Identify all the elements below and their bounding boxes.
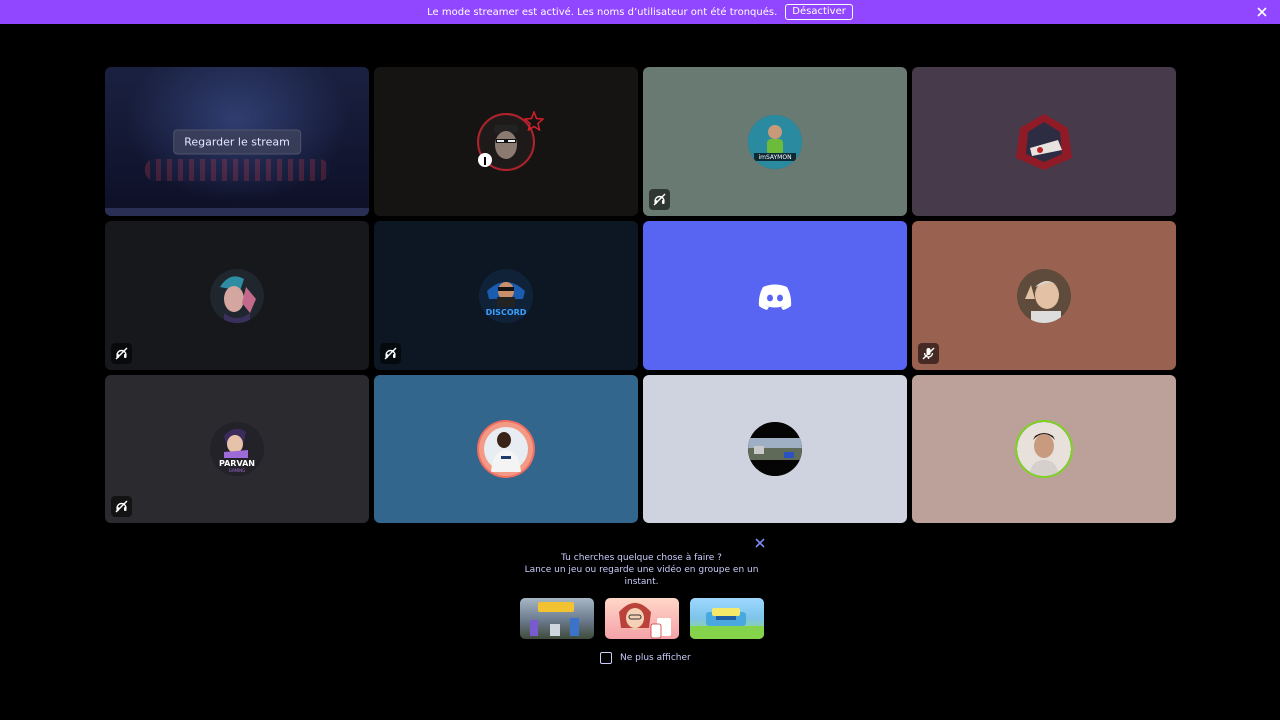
dont-show-label: Ne plus afficher xyxy=(620,653,691,663)
avatar xyxy=(748,422,802,476)
badge-icon xyxy=(478,153,492,167)
dont-show-checkbox[interactable] xyxy=(600,652,612,664)
participant-tile[interactable] xyxy=(912,375,1176,523)
participant-tile[interactable] xyxy=(105,221,369,370)
avatar xyxy=(1012,110,1076,174)
disable-streamer-mode-button[interactable]: Désactiver xyxy=(785,4,853,20)
participant-tile[interactable] xyxy=(912,221,1176,370)
close-icon[interactable] xyxy=(1254,4,1270,20)
muted-mic-icon xyxy=(918,343,939,364)
participant-tile[interactable] xyxy=(643,375,907,523)
avatar: PARVAN GAMING xyxy=(210,422,264,476)
participant-grid: Regarder le stream imSAYMON DISCORD PARV… xyxy=(105,67,1178,523)
participant-tile[interactable] xyxy=(374,375,638,523)
activity-suggestion: Tu cherches quelque chose à faire ? Lanc… xyxy=(520,552,763,588)
participant-tile[interactable] xyxy=(643,221,907,370)
watch-stream-button[interactable]: Regarder le stream xyxy=(173,129,301,154)
participant-tile[interactable]: imSAYMON xyxy=(643,67,907,216)
deafened-icon xyxy=(649,189,670,210)
avatar xyxy=(479,422,533,476)
dont-show-again[interactable]: Ne plus afficher xyxy=(600,652,691,664)
avatar: DISCORD xyxy=(479,268,533,323)
star-icon xyxy=(524,111,544,131)
avatar xyxy=(210,268,264,323)
banner-message: Le mode streamer est activé. Les noms d’… xyxy=(427,6,778,18)
suggestion-subtitle: Lance un jeu ou regarde une vidéo en gro… xyxy=(524,565,759,587)
streamer-mode-banner: Le mode streamer est activé. Les noms d’… xyxy=(0,0,1280,24)
participant-tile[interactable] xyxy=(374,67,638,216)
deafened-icon xyxy=(111,343,132,364)
deafened-icon xyxy=(111,496,132,517)
participant-tile[interactable]: PARVAN GAMING xyxy=(105,375,369,523)
svg-text:DISCORD: DISCORD xyxy=(486,308,527,317)
avatar xyxy=(1017,422,1071,476)
activity-list xyxy=(520,598,764,639)
activity-tower[interactable] xyxy=(690,598,764,639)
avatar: imSAYMON xyxy=(748,114,802,169)
suggestion-title: Tu cherches quelque chose à faire ? xyxy=(561,553,722,563)
svg-text:PARVAN: PARVAN xyxy=(219,459,255,468)
activity-cards[interactable] xyxy=(605,598,679,639)
svg-text:GAMING: GAMING xyxy=(229,468,246,473)
participant-tile[interactable]: DISCORD xyxy=(374,221,638,370)
deafened-icon xyxy=(380,343,401,364)
stream-tile[interactable]: Regarder le stream xyxy=(105,67,369,216)
activity-strike[interactable] xyxy=(520,598,594,639)
svg-text:imSAYMON: imSAYMON xyxy=(758,154,791,161)
dismiss-suggestion-icon[interactable] xyxy=(753,535,767,549)
discord-logo-icon xyxy=(748,269,802,323)
avatar xyxy=(1017,268,1071,323)
participant-tile[interactable] xyxy=(912,67,1176,216)
